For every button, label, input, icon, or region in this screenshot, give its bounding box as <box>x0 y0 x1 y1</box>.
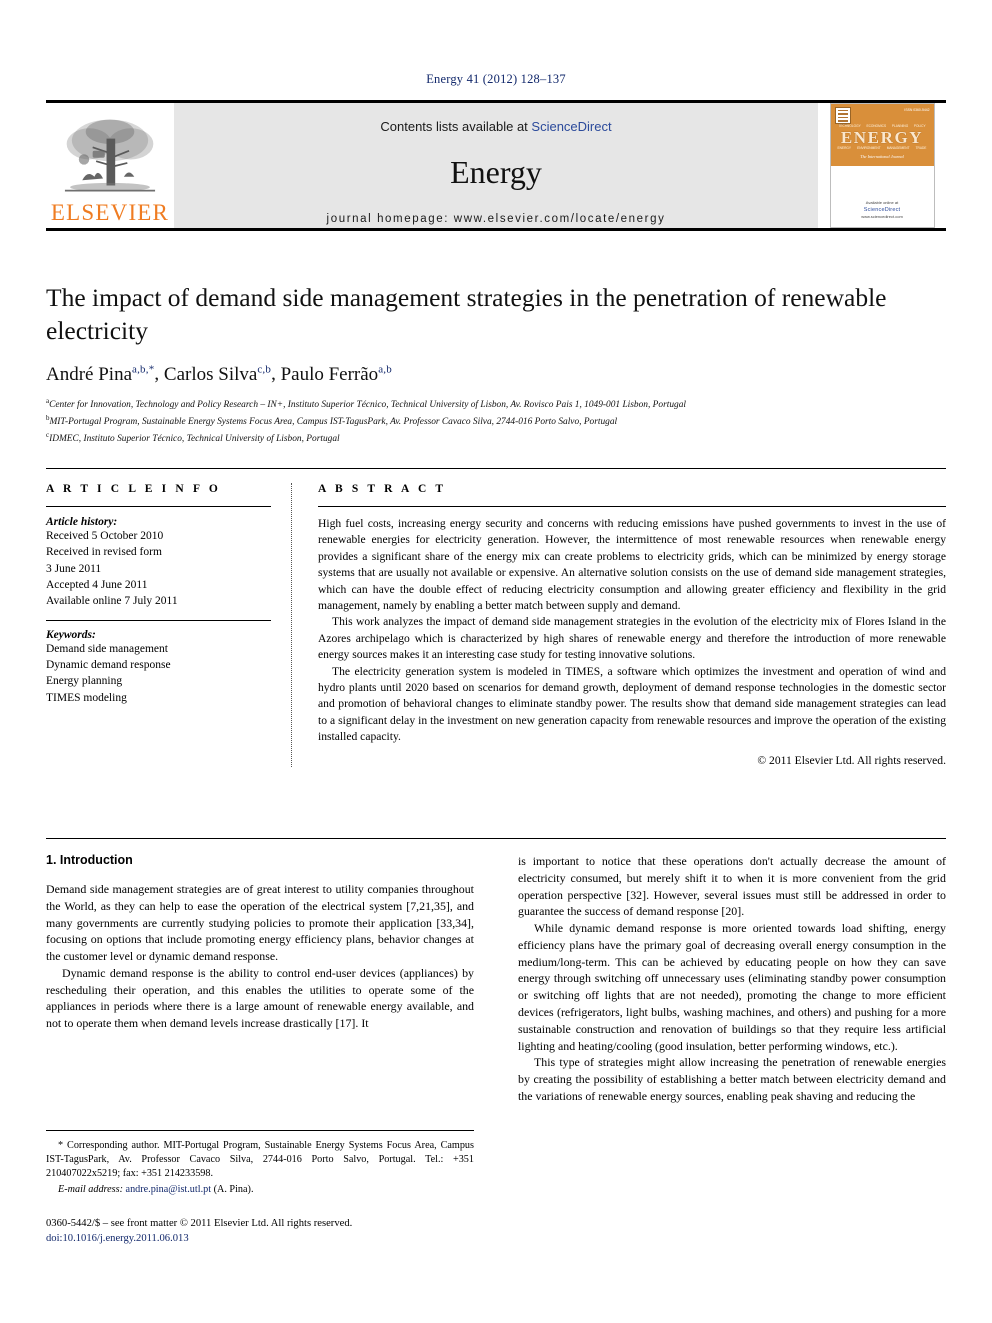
author-list: André Pinaa,b,*, Carlos Silvac,b, Paulo … <box>46 363 946 385</box>
contents-prefix: Contents lists available at <box>380 119 532 134</box>
keyword-item: Demand side management <box>46 642 168 655</box>
cover-title: ENERGY <box>840 128 924 147</box>
doi-line: doi:10.1016/j.energy.2011.06.013 <box>46 1231 474 1246</box>
keyword-item: Energy planning <box>46 675 123 688</box>
journal-homepage[interactable]: journal homepage: www.elsevier.com/locat… <box>327 213 666 225</box>
email-owner: (A. Pina). <box>213 1184 254 1196</box>
article-history-label: Article history: <box>46 516 118 528</box>
cover-keyword: MANAGEMENT <box>886 146 910 150</box>
body-columns: 1. Introduction Demand side management s… <box>46 838 946 1105</box>
abstract-copyright: © 2011 Elsevier Ltd. All rights reserved… <box>757 754 946 768</box>
divider <box>46 506 271 507</box>
cover-bottom-keywords: ENERGY ENVIRONMENT MANAGEMENT TRADE <box>831 146 934 150</box>
article-info-column: A R T I C L E I N F O Article history: R… <box>46 483 292 768</box>
section-heading-introduction: 1. Introduction <box>46 853 133 867</box>
body-paragraph: This type of strategies might allow incr… <box>518 1055 946 1103</box>
journal-masthead: ELSEVIER Contents lists available at Sci… <box>46 100 946 231</box>
author-separator: , <box>154 363 164 385</box>
cover-sd-url: www.sciencedirect.com <box>861 214 903 219</box>
cover-top-panel: ISSN 0360-5442 TECHNOLOGY ECONOMICS PLAN… <box>830 104 934 166</box>
history-item: Received 5 October 2010 <box>46 530 164 542</box>
history-item: Received in revised form <box>46 546 162 559</box>
sciencedirect-link[interactable]: ScienceDirect <box>531 119 611 134</box>
author-affiliation-marks: a,b <box>378 363 392 376</box>
affiliation-text: MIT-Portugal Program, Sustainable Energy… <box>49 416 618 427</box>
journal-article-first-page: Energy 41 (2012) 128–137 ELSEVIER Conten… <box>0 0 992 1323</box>
elsevier-wordmark: ELSEVIER <box>50 200 170 225</box>
history-item: Accepted 4 June 2011 <box>46 578 148 591</box>
cover-subtitle: The International Journal <box>860 154 904 159</box>
body-column-left: 1. Introduction Demand side management s… <box>46 853 474 1105</box>
keywords-list: Demand side management Dynamic demand re… <box>46 641 271 706</box>
affiliation: cIDMEC, Instituto Superior Técnico, Tech… <box>46 430 946 447</box>
author: Paulo Ferrãoa,b <box>280 363 392 385</box>
article-info-heading: A R T I C L E I N F O <box>46 483 221 495</box>
body-column-right: is important to notice that these operat… <box>518 853 946 1105</box>
page-title: The impact of demand side management str… <box>46 283 887 345</box>
journal-cover-thumbnail: ISSN 0360-5442 TECHNOLOGY ECONOMICS PLAN… <box>818 103 946 228</box>
author-name: Carlos Silva <box>163 363 258 385</box>
doi-value[interactable]: 10.1016/j.energy.2011.06.013 <box>62 1233 188 1244</box>
email-label: E-mail address: <box>58 1184 123 1196</box>
abstract-paragraph: High fuel costs, increasing energy secur… <box>318 517 946 612</box>
cover-sd-brand: ScienceDirect <box>863 206 901 213</box>
imprint-block: 0360-5442/$ – see front matter © 2011 El… <box>46 1216 474 1246</box>
doi-label: doi: <box>46 1233 63 1245</box>
cover-image: ISSN 0360-5442 TECHNOLOGY ECONOMICS PLAN… <box>829 103 935 228</box>
affiliation: bMIT-Portugal Program, Sustainable Energ… <box>46 413 946 430</box>
cover-keyword: ENERGY <box>837 146 851 150</box>
cover-issn: ISSN 0360-5442 <box>904 108 930 112</box>
author: André Pinaa,b,* <box>46 363 155 385</box>
author-name: Paulo Ferrão <box>280 363 379 385</box>
divider <box>46 619 271 621</box>
cover-bottom-panel: Available online at ScienceDirect www.sc… <box>830 166 934 227</box>
cover-keyword: TRADE <box>915 146 927 150</box>
cover-publisher-badge-icon <box>834 107 851 125</box>
elsevier-tree-icon <box>64 119 156 192</box>
abstract-body: High fuel costs, increasing energy secur… <box>318 516 946 767</box>
affiliation-text: Center for Innovation, Technology and Po… <box>49 399 687 410</box>
divider <box>318 506 946 507</box>
affiliation-text: IDMEC, Instituto Superior Técnico, Techn… <box>49 433 340 444</box>
author-separator: , <box>271 363 281 385</box>
author-affiliation-marks: a,b,* <box>132 363 155 376</box>
abstract-paragraph: This work analyzes the impact of demand … <box>318 615 946 662</box>
abstract-paragraph: The electricity generation system is mod… <box>318 664 946 744</box>
email-line: E-mail address: andre.pina@ist.utl.pt (A… <box>46 1183 474 1197</box>
keyword-item: TIMES modeling <box>46 691 127 704</box>
body-paragraph: Demand side management strategies are of… <box>46 882 474 964</box>
author-name: André Pina <box>46 363 133 385</box>
keywords-label: Keywords: <box>46 628 96 641</box>
masthead-center: Contents lists available at ScienceDirec… <box>174 103 818 228</box>
keyword-item: Dynamic demand response <box>46 658 171 671</box>
cover-keyword: ENVIRONMENT <box>857 146 881 150</box>
abstract-column: A B S T R A C T High fuel costs, increas… <box>292 483 946 767</box>
publisher-logo: ELSEVIER <box>46 103 174 228</box>
affiliation-list: aCenter for Innovation, Technology and P… <box>46 396 946 447</box>
article-history-list: Received 5 October 2010 Received in revi… <box>46 528 271 610</box>
corresponding-author-footnote: * Corresponding author. MIT-Portugal Pro… <box>46 1130 474 1197</box>
history-item: Available online 7 July 2011 <box>46 595 178 608</box>
front-matter-line: 0360-5442/$ – see front matter © 2011 El… <box>46 1218 353 1229</box>
contents-available-line: Contents lists available at ScienceDirec… <box>380 119 611 134</box>
title-block: The impact of demand side management str… <box>46 282 946 447</box>
author-affiliation-marks: c,b <box>257 363 272 376</box>
history-item: 3 June 2011 <box>46 562 102 575</box>
body-paragraph: is important to notice that these operat… <box>518 854 946 919</box>
corresponding-author-text: * Corresponding author. MIT-Portugal Pro… <box>46 1140 474 1180</box>
abstract-heading: A B S T R A C T <box>318 483 447 495</box>
author: Carlos Silvac,b <box>163 363 272 385</box>
running-head: Energy 41 (2012) 128–137 <box>426 72 566 86</box>
email-link[interactable]: andre.pina@ist.utl.pt <box>126 1184 212 1195</box>
journal-title: Energy <box>450 154 542 190</box>
cover-sciencedirect-block: Available online at ScienceDirect www.sc… <box>831 200 934 220</box>
affiliation: aCenter for Innovation, Technology and P… <box>46 396 946 413</box>
body-paragraph: While dynamic demand response is more or… <box>518 921 946 1053</box>
info-abstract-band: A R T I C L E I N F O Article history: R… <box>46 468 946 768</box>
body-paragraph: Dynamic demand response is the ability t… <box>46 965 474 1031</box>
